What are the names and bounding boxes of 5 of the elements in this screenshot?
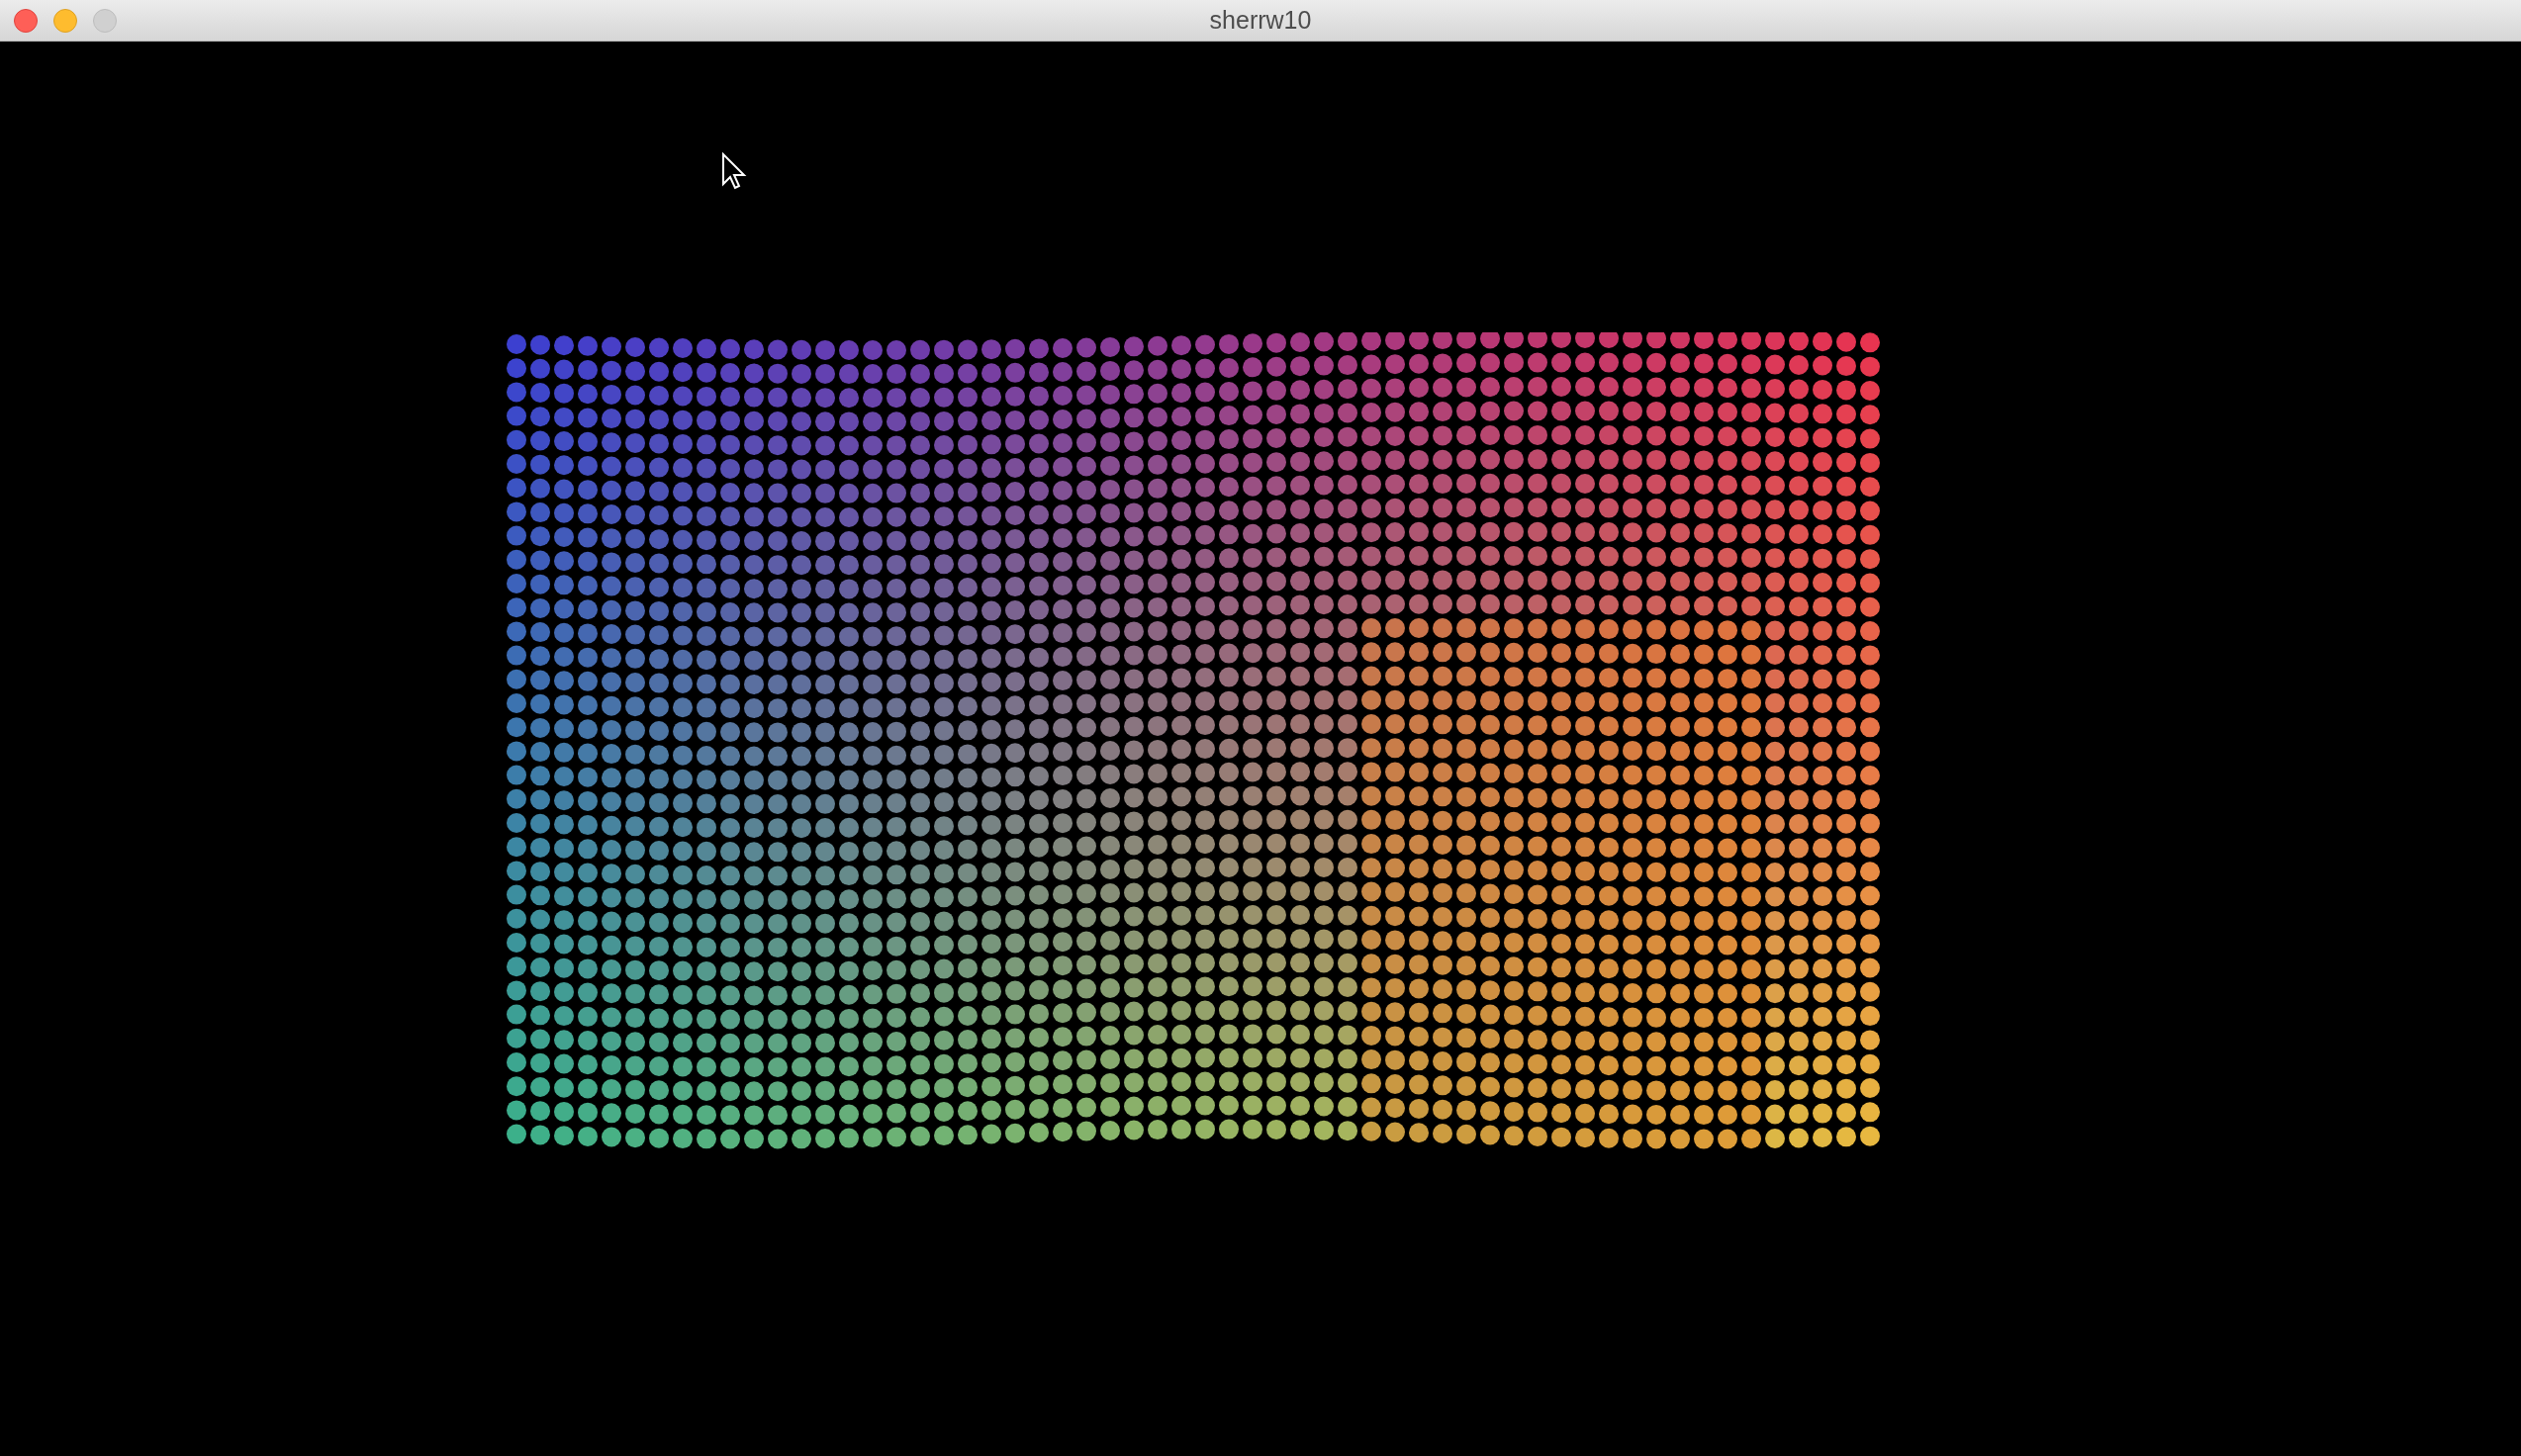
mouse-cursor-icon — [721, 152, 747, 190]
close-button[interactable] — [14, 8, 38, 33]
minimize-button[interactable] — [53, 8, 77, 33]
window-title: sherrw10 — [1209, 4, 1312, 36]
zoom-button[interactable] — [93, 8, 117, 33]
